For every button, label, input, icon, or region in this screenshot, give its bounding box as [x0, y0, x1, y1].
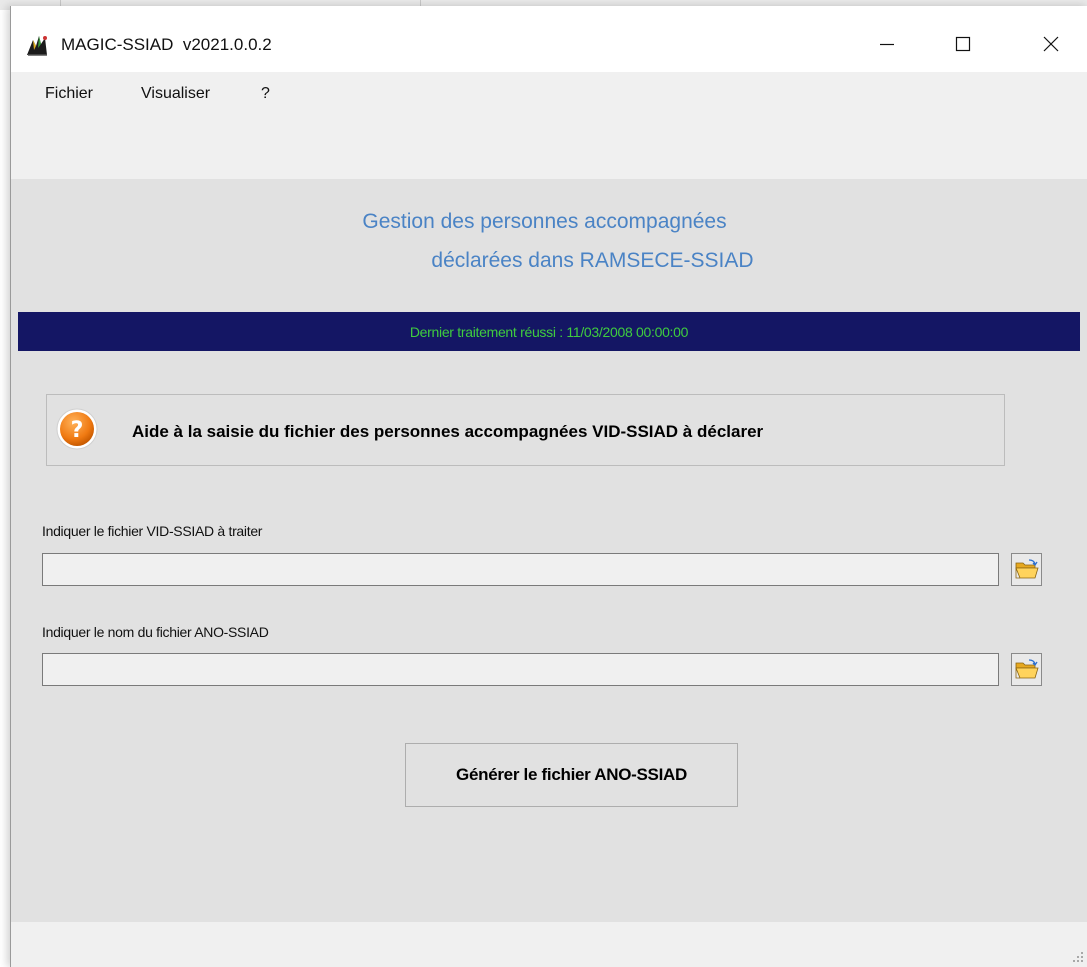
status-strip — [11, 922, 1087, 967]
folder-open-icon — [1014, 658, 1039, 678]
close-icon — [1043, 36, 1059, 52]
app-icon — [24, 32, 50, 58]
minimize-icon — [880, 43, 894, 46]
svg-text:?: ? — [71, 418, 84, 443]
page-title-line2: déclarées dans RAMSECE-SSIAD — [431, 249, 754, 272]
minimize-button[interactable] — [864, 24, 910, 64]
app-window: MAGIC-SSIAD v2021.0.0.2 Fichier Visualis… — [10, 6, 1087, 967]
resize-grip-icon[interactable] — [1070, 949, 1084, 963]
menu-bar: Fichier Visualiser ? — [11, 72, 1087, 179]
close-button[interactable] — [1028, 24, 1074, 64]
page-title-line1: Gestion des personnes accompagnées — [362, 210, 727, 233]
menu-fichier[interactable]: Fichier — [45, 85, 93, 103]
ano-file-input[interactable] — [42, 653, 999, 686]
menu-visualiser[interactable]: Visualiser — [141, 85, 210, 103]
last-processing-status-bar: Dernier traitement réussi : 11/03/2008 0… — [18, 312, 1080, 351]
vid-file-input[interactable] — [42, 553, 999, 586]
vid-browse-button[interactable] — [1011, 553, 1042, 586]
help-button[interactable]: ? Aide à la saisie du fichier des person… — [46, 394, 1005, 466]
folder-open-icon — [1014, 558, 1039, 578]
ano-file-label: Indiquer le nom du fichier ANO-SSIAD — [42, 624, 269, 640]
last-processing-status-text: Dernier traitement réussi : 11/03/2008 0… — [409, 323, 689, 340]
help-text: Aide à la saisie du fichier des personne… — [132, 422, 764, 441]
vid-file-label: Indiquer le fichier VID-SSIAD à traiter — [42, 523, 263, 539]
window-title: MAGIC-SSIAD v2021.0.0.2 — [61, 35, 272, 54]
ano-browse-button[interactable] — [1011, 653, 1042, 686]
menu-help[interactable]: ? — [261, 85, 270, 103]
generate-ano-label: Générer le fichier ANO-SSIAD — [456, 765, 687, 784]
maximize-button[interactable] — [940, 24, 986, 64]
maximize-icon — [955, 36, 971, 52]
question-icon: ? — [55, 407, 99, 451]
title-bar[interactable]: MAGIC-SSIAD v2021.0.0.2 — [11, 6, 1087, 72]
generate-ano-button[interactable]: Générer le fichier ANO-SSIAD — [405, 743, 738, 807]
